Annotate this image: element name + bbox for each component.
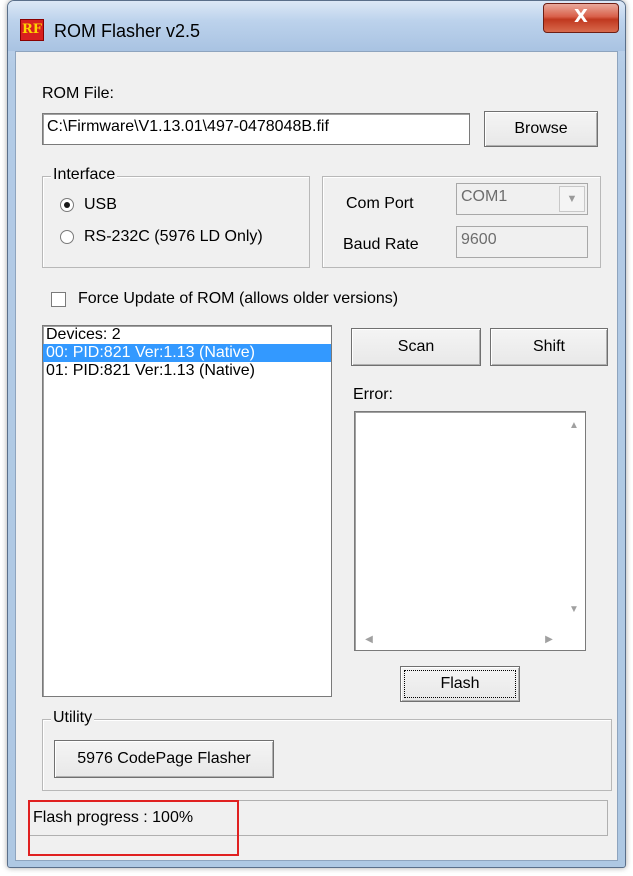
close-button[interactable]: X [543,3,619,33]
baud-rate-value: 9600 [461,231,497,248]
device-list-item[interactable]: 00: PID:821 Ver:1.13 (Native) [43,344,331,362]
devices-header: Devices: 2 [46,326,121,343]
app-window: RF ROM Flasher v2.5 X ROM File: C:\Firmw… [7,0,626,868]
device-list-item[interactable]: 01: PID:821 Ver:1.13 (Native) [43,362,331,380]
title-bar[interactable]: RF ROM Flasher v2.5 X [8,1,625,51]
devices-listbox[interactable]: Devices: 2 00: PID:821 Ver:1.13 (Native)… [42,325,332,697]
interface-group-title: Interface [51,166,118,184]
window-title: ROM Flasher v2.5 [54,21,201,41]
shift-button[interactable]: Shift [490,328,608,366]
client-area: ROM File: C:\Firmware\V1.13.01\497-04780… [15,51,618,861]
com-port-label: Com Port [346,195,414,212]
flash-button[interactable]: Flash [400,666,520,702]
utility-group-title: Utility [51,709,95,727]
app-logo-icon: RF [20,19,44,41]
force-update-label[interactable]: Force Update of ROM (allows older versio… [78,290,398,308]
scroll-left-icon[interactable]: ◀ [361,632,377,648]
error-label: Error: [353,386,393,403]
progress-highlight-box [28,800,239,856]
usb-radio-label[interactable]: USB [84,196,117,214]
rom-file-path-input[interactable]: C:\Firmware\V1.13.01\497-0478048B.fif [42,113,470,145]
interface-group: Interface [42,166,310,268]
scroll-down-icon[interactable]: ▼ [566,602,582,618]
com-port-select[interactable]: COM1 ▼ [456,183,588,215]
codepage-flasher-button[interactable]: 5976 CodePage Flasher [54,740,274,778]
baud-rate-label: Baud Rate [343,236,419,253]
error-textbox[interactable]: ▲ ▼ ◀ ▶ [354,411,586,651]
rom-file-label: ROM File: [42,85,114,102]
rs232c-radio-label[interactable]: RS-232C (5976 LD Only) [84,228,263,246]
force-update-checkbox[interactable] [51,292,66,307]
rs232c-radio[interactable] [60,230,74,244]
usb-radio[interactable] [60,198,74,212]
browse-button[interactable]: Browse [484,111,598,147]
scroll-up-icon[interactable]: ▲ [566,418,582,434]
chevron-down-icon[interactable]: ▼ [559,186,585,212]
com-port-value: COM1 [461,188,508,205]
scroll-right-icon[interactable]: ▶ [541,632,557,648]
scan-button[interactable]: Scan [351,328,481,366]
baud-rate-field[interactable]: 9600 [456,226,588,258]
